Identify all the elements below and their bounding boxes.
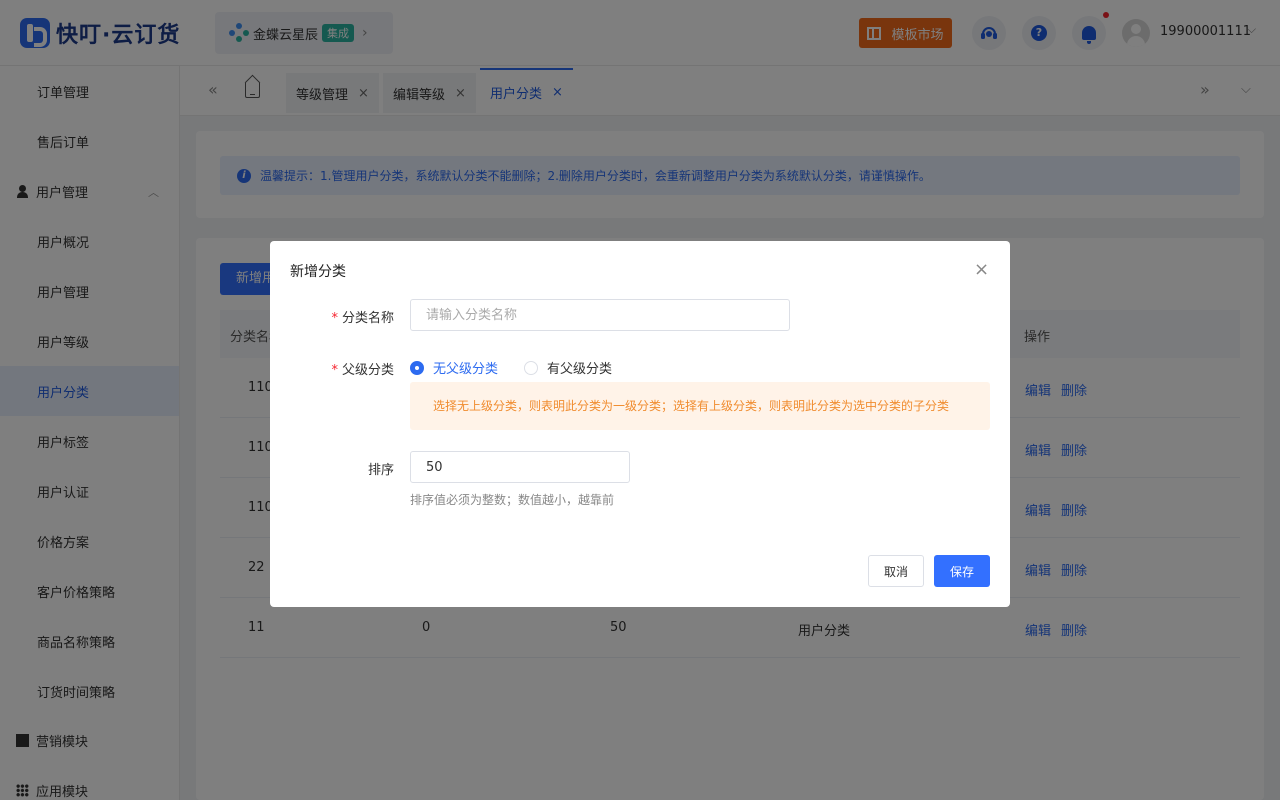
radio-no-parent[interactable]: 无父级分类 [410, 358, 498, 377]
radio-checked-icon [410, 360, 424, 375]
required-mark: * [331, 363, 338, 378]
save-button[interactable]: 保存 [934, 555, 990, 587]
dialog-title: 新增分类 [290, 264, 346, 280]
category-name-input[interactable] [410, 299, 790, 331]
label-text: 父级分类 [341, 363, 394, 378]
required-mark: * [331, 311, 338, 326]
parent-category-tip: 选择无上级分类，则表明此分类为一级分类；选择有上级分类，则表明此分类为选中分类的… [410, 382, 990, 430]
cancel-button[interactable]: 取消 [868, 555, 924, 587]
label-text: 排序 [367, 463, 394, 478]
sort-label: 排序 [270, 459, 394, 478]
radio-unchecked-icon [524, 360, 538, 375]
parent-category-label: * 父级分类 [270, 359, 394, 378]
radio-label: 有父级分类 [547, 362, 613, 377]
sort-input[interactable] [410, 451, 630, 483]
close-icon[interactable]: × [974, 259, 989, 280]
category-name-label: * 分类名称 [270, 307, 394, 326]
radio-has-parent[interactable]: 有父级分类 [524, 358, 612, 377]
sort-hint: 排序值必须为整数；数值越小，越靠前 [410, 493, 615, 507]
radio-label: 无父级分类 [433, 362, 499, 377]
add-category-dialog: 新增分类 × *分类名称 *父级分类 无父级分类 有父级分类 选择无上级分类，则… [270, 241, 1010, 607]
label-text: 分类名称 [341, 311, 394, 326]
